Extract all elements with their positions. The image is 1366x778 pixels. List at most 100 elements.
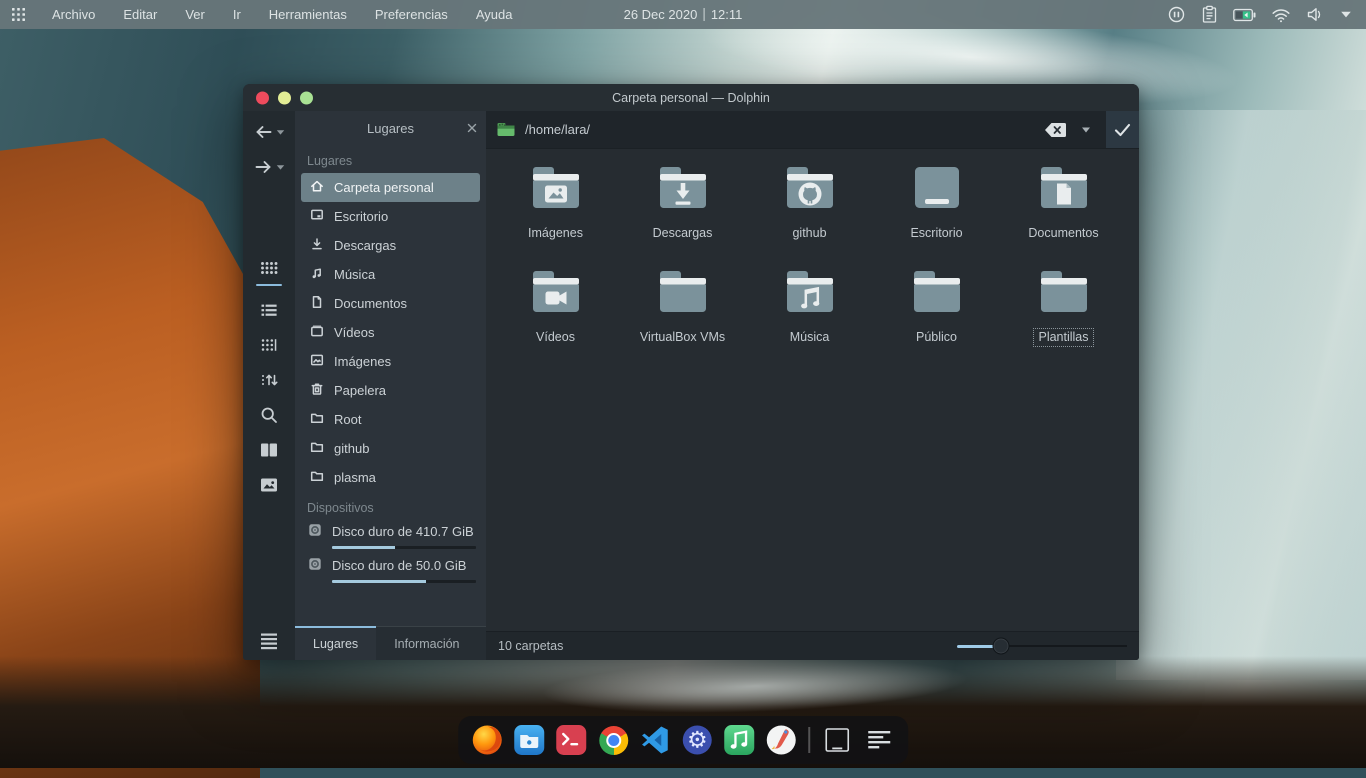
side-tab-informacion[interactable]: Información [376, 627, 477, 660]
menu-ayuda[interactable]: Ayuda [462, 0, 527, 29]
device-disco-duro-de-50-0-gib[interactable]: Disco duro de 50.0 GiB [307, 556, 476, 583]
search-button[interactable] [258, 404, 280, 426]
hamburger-menu-icon[interactable] [243, 632, 295, 650]
sort-button[interactable] [258, 369, 280, 391]
forward-button[interactable] [243, 159, 295, 175]
menu-herramientas[interactable]: Herramientas [255, 0, 361, 29]
desktop-folder-icon [909, 164, 965, 219]
accept-location-button[interactable] [1106, 111, 1139, 148]
place-papelera[interactable]: Papelera [301, 376, 480, 405]
place-label: Imágenes [334, 354, 391, 369]
zoom-slider-handle[interactable] [993, 638, 1010, 655]
icons-view-button[interactable] [256, 257, 282, 286]
chevron-down-icon[interactable] [1081, 126, 1091, 134]
folder-icon [782, 164, 838, 219]
back-button[interactable] [243, 124, 295, 140]
close-button[interactable] [256, 91, 269, 104]
close-icon[interactable] [467, 123, 477, 133]
dock-show-desktop-icon[interactable] [820, 723, 854, 757]
place-github[interactable]: github [301, 434, 480, 463]
place-escritorio[interactable]: Escritorio [301, 202, 480, 231]
place-musica[interactable]: Música [301, 260, 480, 289]
place-descargas[interactable]: Descargas [301, 231, 480, 260]
maximize-button[interactable] [300, 91, 313, 104]
path-text[interactable]: /home/lara/ [525, 122, 590, 137]
device-label: Disco duro de 410.7 GiB [332, 524, 474, 539]
app-grid-icon[interactable] [0, 6, 38, 23]
dock-firefox-icon[interactable] [470, 723, 504, 757]
compact-view-button[interactable] [258, 334, 280, 356]
split-view-button[interactable] [258, 439, 280, 461]
place-videos[interactable]: Vídeos [301, 318, 480, 347]
titlebar[interactable]: Carpeta personal — Dolphin [243, 84, 1139, 111]
zoom-slider[interactable] [957, 632, 1127, 660]
music-icon [309, 265, 325, 284]
file-virtualbox-vms[interactable]: VirtualBox VMs [619, 263, 746, 367]
file-videos[interactable]: Vídeos [492, 263, 619, 367]
place-documentos[interactable]: Documentos [301, 289, 480, 318]
clock[interactable]: 26 Dec 2020 12:11 [624, 7, 743, 22]
folder-icon [1036, 164, 1092, 219]
chevron-down-icon [276, 129, 285, 136]
file-musica[interactable]: Música [746, 263, 873, 367]
place-plasma[interactable]: plasma [301, 463, 480, 492]
dock-paint-app-icon[interactable] [764, 723, 798, 757]
file-escritorio[interactable]: Escritorio [873, 159, 1000, 263]
side-tab-lugares[interactable]: Lugares [295, 627, 376, 660]
clock-time: 12:11 [711, 7, 743, 22]
file-label: Público [911, 328, 962, 347]
place-label: Carpeta personal [334, 180, 434, 195]
battery-charging-icon[interactable] [1233, 8, 1256, 22]
preview-button[interactable] [258, 474, 280, 496]
place-root[interactable]: Root [301, 405, 480, 434]
file-publico[interactable]: Público [873, 263, 1000, 367]
chevron-down-icon[interactable] [1340, 10, 1352, 19]
place-imagenes[interactable]: Imágenes [301, 347, 480, 376]
file-imagenes[interactable]: Imágenes [492, 159, 619, 263]
device-row: Disco duro de 50.0 GiB [307, 556, 476, 575]
file-documentos[interactable]: Documentos [1000, 159, 1127, 263]
place-label: Root [334, 412, 361, 427]
menu-ver[interactable]: Ver [171, 0, 219, 29]
panel-title: Lugares [367, 121, 414, 136]
file-label: Imágenes [523, 224, 588, 243]
media-pause-icon[interactable] [1167, 5, 1186, 24]
wifi-icon[interactable] [1271, 7, 1291, 23]
file-github[interactable]: github [746, 159, 873, 263]
dock-dolphin-icon[interactable] [512, 723, 546, 757]
place-carpeta-personal[interactable]: Carpeta personal [301, 173, 480, 202]
place-label: Vídeos [334, 325, 374, 340]
folder-icon [309, 410, 325, 429]
device-disco-duro-de-410-7-gib[interactable]: Disco duro de 410.7 GiB [307, 522, 476, 549]
window-controls [256, 91, 313, 104]
menu-archivo[interactable]: Archivo [38, 0, 109, 29]
file-label: github [787, 224, 831, 243]
check-icon [1114, 123, 1131, 137]
view-mode-icons [243, 257, 295, 496]
clipboard-icon[interactable] [1201, 5, 1218, 24]
minimize-button[interactable] [278, 91, 291, 104]
dock-system-settings-icon[interactable]: ⚙ [680, 723, 714, 757]
menu-preferencias[interactable]: Preferencias [361, 0, 462, 29]
dock-vscode-icon[interactable] [638, 723, 672, 757]
dock-music-app-icon[interactable] [722, 723, 756, 757]
dock-chrome-icon[interactable] [596, 723, 630, 757]
list-view-button[interactable] [258, 299, 280, 321]
volume-icon[interactable] [1306, 6, 1325, 23]
file-descargas[interactable]: Descargas [619, 159, 746, 263]
panel-header[interactable]: Lugares [295, 111, 486, 145]
device-usage-fill [332, 546, 395, 549]
menu-editar[interactable]: Editar [109, 0, 171, 29]
folder-icon [782, 268, 838, 323]
menu-ir[interactable]: Ir [219, 0, 255, 29]
file-plantillas[interactable]: Plantillas [1000, 263, 1127, 367]
dock-konsole-icon[interactable] [554, 723, 588, 757]
location-bar[interactable]: /home/lara/ [486, 111, 1139, 149]
section-dispositivos: Dispositivos [307, 501, 474, 515]
dock-task-list-icon[interactable] [862, 723, 896, 757]
clear-text-icon[interactable] [1044, 122, 1067, 138]
file-label: Vídeos [531, 328, 580, 347]
folder-icon [1036, 268, 1092, 323]
folder-view: /home/lara/ Imágenes Descargas github Escri… [486, 111, 1139, 660]
forward-arrow-icon [254, 159, 273, 175]
